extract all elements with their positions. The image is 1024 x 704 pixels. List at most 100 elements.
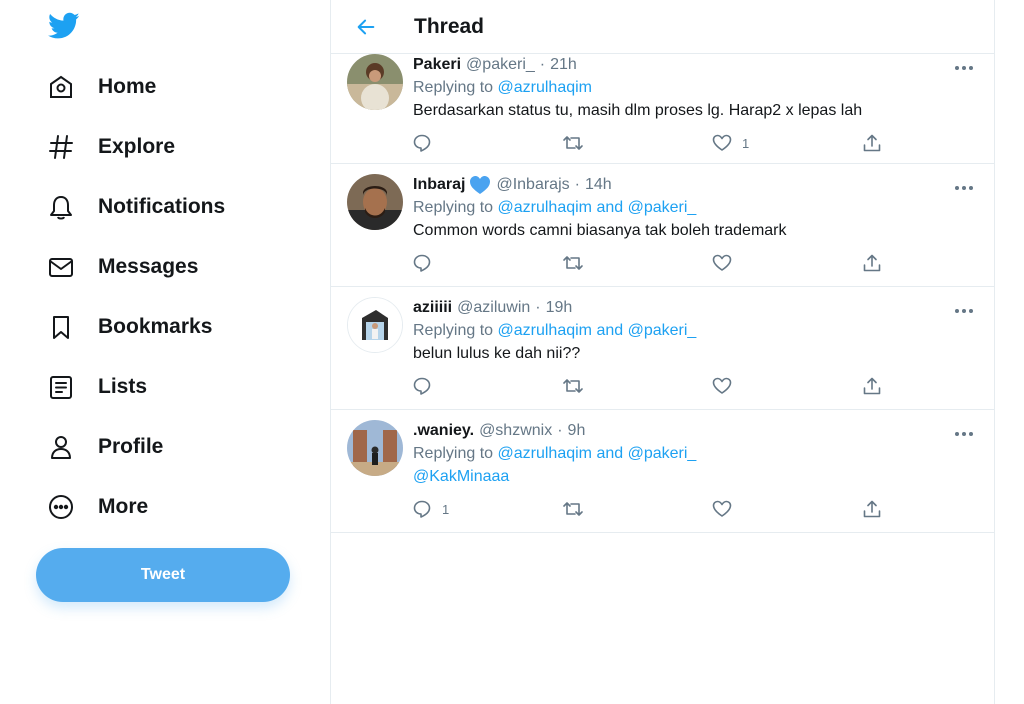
tweet-timestamp[interactable]: 21h (550, 54, 577, 76)
sidebar-item-label: Explore (98, 135, 176, 158)
reply-button[interactable] (412, 253, 562, 273)
sidebar-item-lists[interactable]: Lists (44, 365, 147, 409)
mention-link[interactable]: @azrulhaqim (498, 199, 593, 216)
avatar[interactable] (347, 420, 403, 476)
separator-dot: · (539, 56, 546, 73)
tweet[interactable]: .waniey. @shzwnix · 9h Replying to @azru… (331, 410, 994, 533)
retweet-icon (563, 379, 583, 393)
thread-header: Thread (331, 0, 994, 54)
tweet[interactable]: Pakeri @pakeri_ · 21h Replying to @azrul… (331, 54, 994, 164)
retweet-button[interactable] (562, 499, 712, 519)
heart-icon (712, 500, 732, 517)
tweet-author-name[interactable]: aziiiii (413, 297, 452, 319)
retweet-icon (563, 136, 583, 150)
share-button[interactable] (862, 253, 892, 273)
share-button[interactable] (862, 499, 892, 519)
tweet-text: Berdasarkan status tu, masih dlm proses … (413, 102, 863, 119)
tweet-timestamp[interactable]: 14h (585, 174, 612, 196)
retweet-button[interactable] (562, 253, 712, 273)
replying-and[interactable]: and (596, 199, 623, 216)
reply-icon (413, 377, 431, 395)
twitter-bird-icon[interactable] (48, 12, 80, 40)
tweet-author-handle[interactable]: @aziluwin (457, 297, 530, 319)
tweet[interactable]: aziiiii @aziluwin · 19h Replying to @azr… (331, 287, 994, 410)
share-icon (863, 254, 881, 272)
share-button[interactable] (862, 133, 892, 153)
replying-and[interactable]: and (596, 445, 623, 462)
tweet-more-button[interactable] (952, 180, 976, 196)
replying-to: Replying to @azrulhaqim (413, 76, 978, 99)
retweet-button[interactable] (562, 376, 712, 396)
tweet[interactable]: Inbaraj @Inbarajs · 14h Replying to @azr… (331, 164, 994, 287)
avatar[interactable] (347, 54, 403, 110)
tweet-more-button[interactable] (952, 60, 976, 76)
replying-to: Replying to @azrulhaqim and @pakeri_ (413, 319, 978, 342)
reply-button[interactable] (412, 376, 562, 396)
like-button[interactable] (712, 376, 862, 396)
share-icon (863, 500, 881, 518)
like-button[interactable]: 1 (712, 133, 862, 153)
share-icon (863, 134, 881, 152)
tweet-author-name[interactable]: Inbaraj (413, 174, 465, 196)
sidebar-item-label: Messages (98, 255, 199, 278)
tweet-author-handle[interactable]: @pakeri_ (466, 54, 535, 76)
reply-icon (413, 254, 431, 272)
mention-link[interactable]: @pakeri_ (628, 445, 697, 462)
tweet-header: .waniey. @shzwnix · 9h (413, 420, 978, 442)
envelope-icon (44, 250, 78, 284)
sidebar-item-explore[interactable]: Explore (44, 125, 175, 169)
sidebar-item-more[interactable]: More (44, 485, 148, 529)
tweet-timestamp[interactable]: 19h (546, 297, 573, 319)
tweet-author-name[interactable]: .waniey. (413, 420, 474, 442)
separator-dot: · (574, 176, 580, 193)
tweet-actions (412, 365, 978, 407)
replying-to: Replying to @azrulhaqim and @pakeri_ (413, 196, 978, 219)
tweet-timestamp[interactable]: 9h (568, 420, 586, 442)
like-button[interactable] (712, 499, 862, 519)
sidebar-item-bookmarks[interactable]: Bookmarks (44, 305, 212, 349)
sidebar-item-messages[interactable]: Messages (44, 245, 198, 289)
person-icon (44, 430, 78, 464)
retweet-button[interactable] (562, 133, 712, 153)
mention-link[interactable]: @pakeri_ (628, 199, 697, 216)
tweet-more-button[interactable] (952, 303, 976, 319)
mention-link[interactable]: @KakMinaaa (413, 468, 509, 485)
sidebar-item-home[interactable]: Home (44, 65, 156, 109)
mention-link[interactable]: @azrulhaqim (498, 445, 593, 462)
sidebar-item-notifications[interactable]: Notifications (44, 185, 225, 229)
sidebar: Home Explore Notifications Messages Book… (0, 0, 330, 704)
mention-link[interactable]: @azrulhaqim (498, 322, 593, 339)
tweet-author-handle[interactable]: @shzwnix (479, 420, 552, 442)
more-circle-icon (44, 490, 78, 524)
sidebar-item-label: More (98, 495, 149, 518)
bookmark-icon (44, 310, 78, 344)
tweet-author-handle[interactable]: @Inbarajs (496, 174, 569, 196)
reply-icon (413, 500, 431, 518)
tweet-actions (412, 242, 978, 284)
reply-icon (413, 134, 431, 152)
retweet-icon (563, 256, 583, 270)
mention-link[interactable]: @pakeri_ (628, 322, 697, 339)
sidebar-item-profile[interactable]: Profile (44, 425, 163, 469)
like-button[interactable] (712, 253, 862, 273)
reply-button[interactable] (412, 133, 562, 153)
tweet-header: Pakeri @pakeri_ · 21h (413, 54, 978, 76)
avatar[interactable] (347, 174, 403, 230)
tweet-text: Common words camni biasanya tak boleh tr… (413, 222, 787, 239)
tweet-header: Inbaraj @Inbarajs · 14h (413, 174, 978, 196)
mention-link[interactable]: @azrulhaqim (498, 79, 593, 96)
heart-icon (712, 134, 732, 151)
tweet-author-name[interactable]: Pakeri (413, 54, 461, 76)
arrow-left-icon (357, 19, 375, 34)
tweet-more-button[interactable] (952, 426, 976, 442)
avatar[interactable] (347, 297, 403, 353)
back-button[interactable] (346, 7, 386, 47)
tweet-button[interactable]: Tweet (36, 548, 290, 602)
tweet-actions: 1 (412, 122, 978, 164)
sidebar-item-label: Home (98, 75, 157, 98)
reply-button[interactable]: 1 (412, 499, 562, 519)
share-button[interactable] (862, 376, 892, 396)
separator-dot: · (557, 422, 563, 439)
replying-and[interactable]: and (596, 322, 623, 339)
like-count: 1 (742, 135, 750, 151)
